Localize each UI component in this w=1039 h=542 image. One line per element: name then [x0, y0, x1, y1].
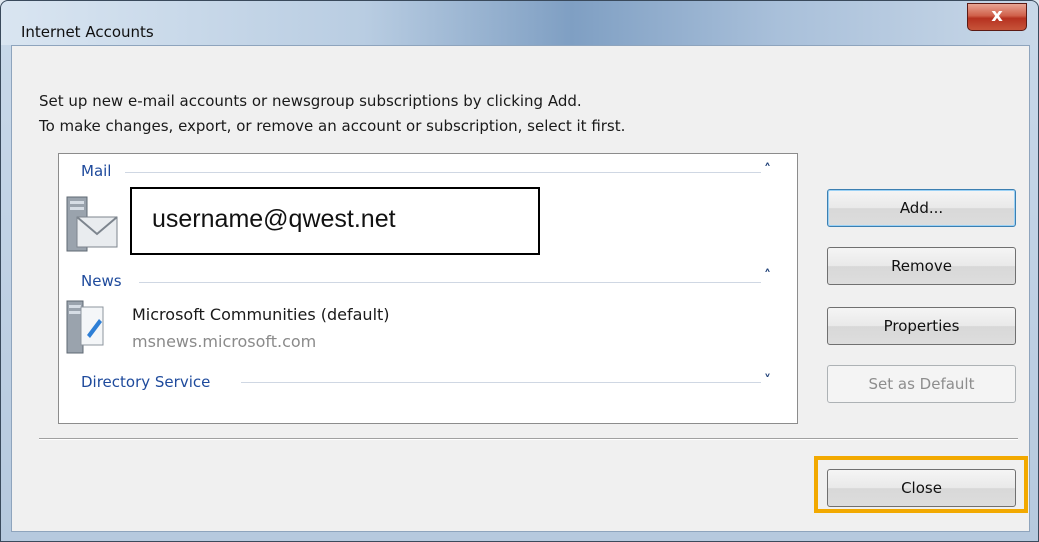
window-close-icon[interactable]: x [967, 3, 1027, 31]
footer-separator [39, 438, 1018, 440]
group-divider-news [139, 282, 761, 283]
add-button[interactable]: Add... [827, 189, 1016, 227]
news-account-name[interactable]: Microsoft Communities (default) [132, 305, 390, 324]
remove-button[interactable]: Remove [827, 247, 1016, 285]
group-divider-mail [125, 172, 761, 173]
set-as-default-button[interactable]: Set as Default [827, 365, 1016, 403]
close-button-highlight [814, 456, 1028, 513]
group-header-mail[interactable]: Mail [81, 162, 111, 180]
internet-accounts-window: Internet Accounts x Set up new e-mail ac… [0, 0, 1039, 542]
group-header-news[interactable]: News [81, 272, 122, 290]
news-account-icon [65, 299, 121, 357]
collapse-mail-chevron-icon[interactable]: ˄ [764, 162, 771, 178]
news-account-server: msnews.microsoft.com [132, 332, 317, 351]
instruction-line-1: Set up new e-mail accounts or newsgroup … [39, 92, 582, 110]
mail-account-icon [65, 195, 121, 253]
group-divider-directory [241, 382, 761, 383]
window-title: Internet Accounts [21, 23, 154, 41]
mail-account-name[interactable]: username@qwest.net [130, 187, 540, 255]
instruction-line-2: To make changes, export, or remove an ac… [39, 117, 626, 135]
properties-button[interactable]: Properties [827, 307, 1016, 345]
collapse-news-chevron-icon[interactable]: ˄ [764, 268, 771, 284]
title-bar[interactable]: Internet Accounts x [1, 1, 1038, 45]
group-header-directory-service[interactable]: Directory Service [81, 373, 210, 391]
expand-directory-chevron-icon[interactable]: ˅ [764, 373, 771, 389]
